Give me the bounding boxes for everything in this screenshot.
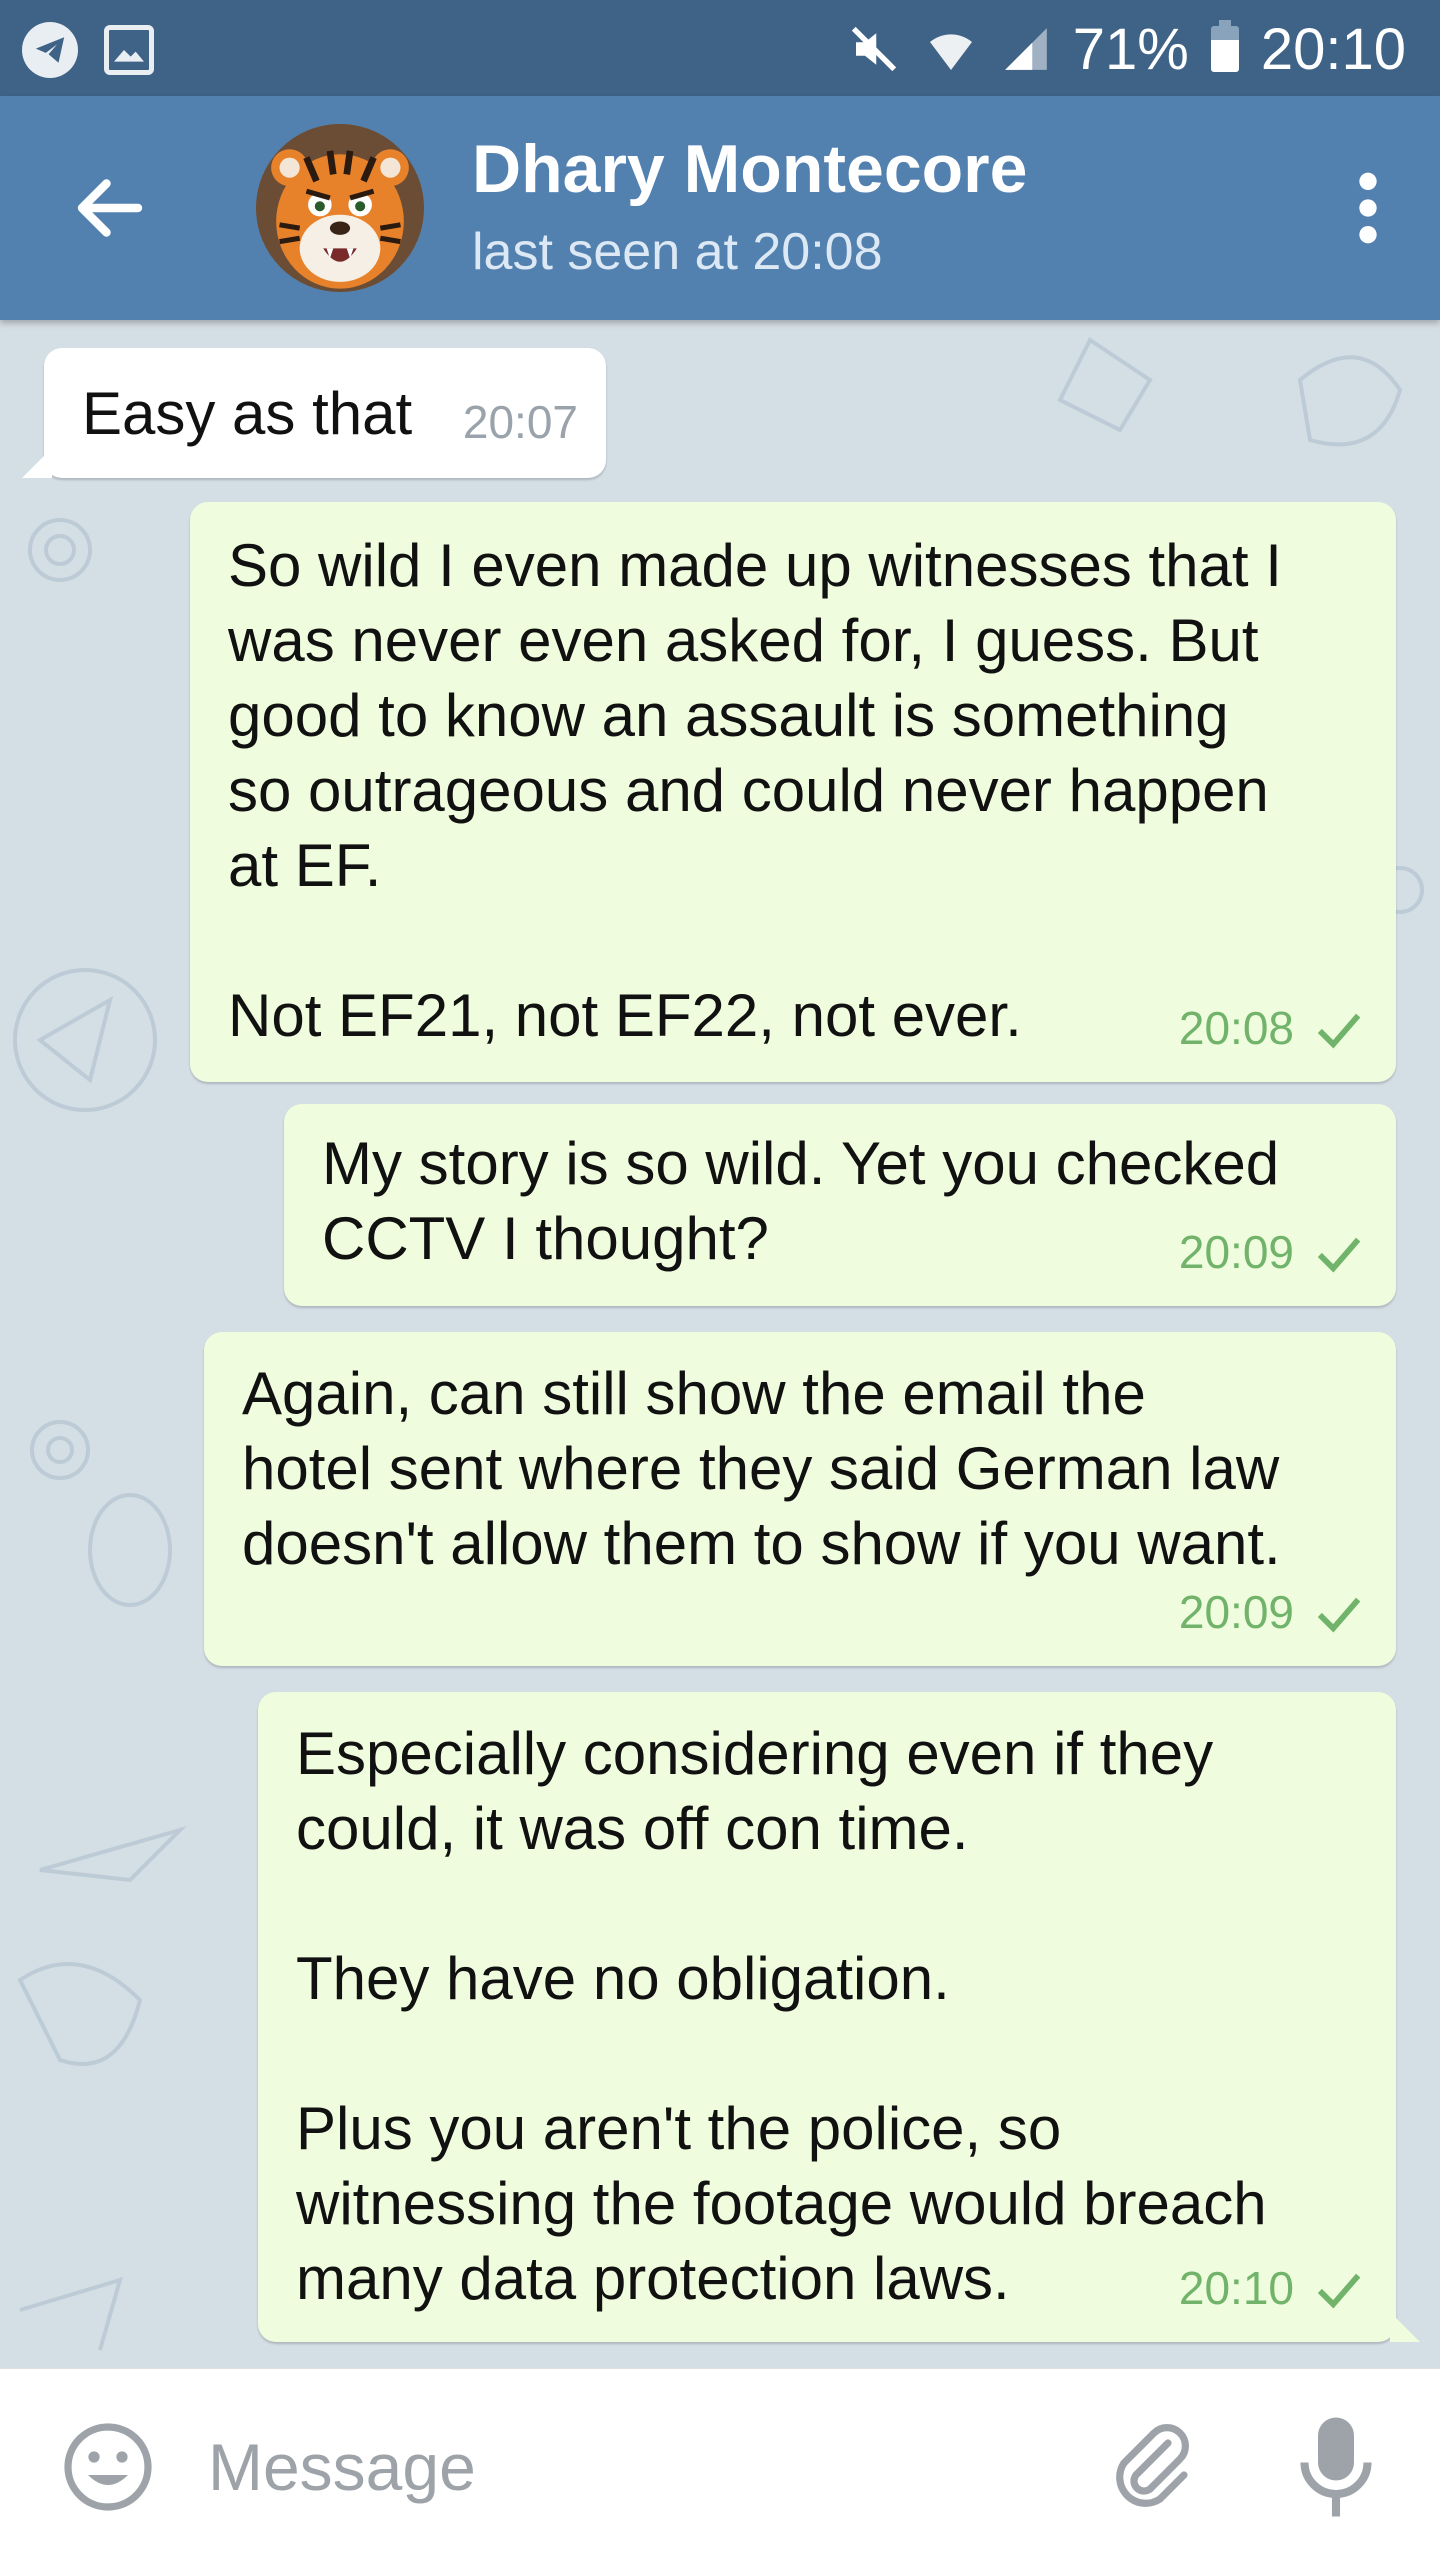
message-list[interactable]: Easy as that 20:07 So wild I even made u…	[0, 320, 1440, 2368]
message-bubble-outgoing[interactable]: So wild I even made up witnesses that I …	[190, 502, 1396, 1082]
message-time: 20:09	[1178, 1226, 1294, 1278]
message-bubble-outgoing[interactable]: Especially considering even if they coul…	[258, 1692, 1420, 2342]
signal-icon	[1001, 24, 1051, 74]
telegram-icon	[22, 22, 78, 78]
message-bubble-outgoing[interactable]: My story is so wild. Yet you checked CCT…	[284, 1104, 1396, 1306]
last-seen-status: last seen at 20:08	[472, 223, 883, 281]
back-arrow-icon[interactable]	[68, 166, 152, 250]
tiger-avatar[interactable]	[256, 124, 424, 292]
message-time: 20:07	[462, 396, 578, 448]
battery-percentage: 71%	[1072, 16, 1189, 82]
battery-icon	[1210, 20, 1239, 72]
mute-icon	[847, 22, 901, 76]
message-text: So wild I even made up witnesses that I …	[228, 532, 1282, 1049]
message-text: Easy as that	[82, 380, 413, 447]
sent-check-icon	[1317, 1013, 1361, 1049]
message-time: 20:10	[1178, 2262, 1294, 2314]
message-bubble-incoming[interactable]: Easy as that 20:07	[22, 348, 606, 478]
message-composer	[0, 2368, 1440, 2560]
clock: 20:10	[1260, 16, 1406, 82]
sent-check-icon	[1317, 1597, 1361, 1633]
more-vert-icon[interactable]	[1348, 168, 1388, 248]
message-time: 20:08	[1178, 1002, 1294, 1054]
image-icon	[104, 25, 154, 75]
sent-check-icon	[1317, 1237, 1361, 1273]
chat-header: Dhary Montecore last seen at 20:08	[0, 96, 1440, 320]
emoji-icon[interactable]	[60, 2419, 156, 2515]
mic-icon[interactable]	[1300, 2413, 1372, 2521]
status-bar: 71% 20:10	[0, 0, 1440, 96]
message-time: 20:09	[1178, 1586, 1294, 1638]
message-text: Again, can still show the email the hote…	[242, 1360, 1281, 1577]
contact-name[interactable]: Dhary Montecore	[472, 130, 1027, 208]
wifi-icon	[923, 23, 979, 75]
sent-check-icon	[1317, 2273, 1361, 2309]
message-bubble-outgoing[interactable]: Again, can still show the email the hote…	[204, 1332, 1396, 1666]
message-input[interactable]	[208, 2419, 1028, 2515]
message-text: My story is so wild. Yet you checked CCT…	[322, 1130, 1280, 1272]
message-text: Especially considering even if they coul…	[296, 1720, 1267, 2312]
attach-icon[interactable]	[1104, 2419, 1200, 2515]
